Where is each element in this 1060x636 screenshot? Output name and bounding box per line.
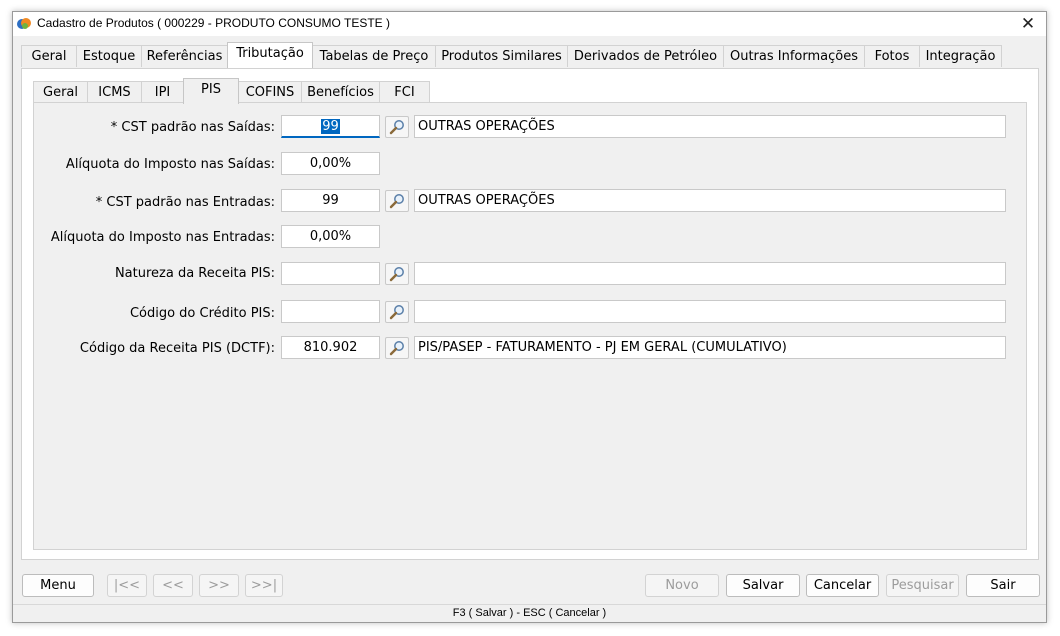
magnifier-icon (389, 267, 404, 282)
cancelar-button[interactable]: Cancelar (806, 574, 879, 597)
pis-form-panel: * CST padrão nas Saídas: 99 OUTRAS OPERA… (33, 102, 1027, 550)
tab-estoque[interactable]: Estoque (76, 45, 142, 67)
main-tab-bar: Geral Estoque Referências Tributação Tab… (13, 42, 1046, 69)
cst-entradas-search-button[interactable] (385, 190, 409, 212)
aliq-entradas-label: Alíquota do Imposto nas Entradas: (50, 230, 275, 245)
subtab-geral[interactable]: Geral (33, 81, 88, 103)
tab-tributacao[interactable]: Tributação (227, 42, 313, 68)
tab-integracao[interactable]: Integração (919, 45, 1002, 67)
cst-saidas-input[interactable]: 99 (281, 115, 380, 138)
title-bar: Cadastro de Produtos ( 000229 - PRODUTO … (13, 12, 1046, 36)
codigo-credito-input[interactable] (281, 300, 380, 323)
cst-saidas-value: 99 (321, 119, 340, 134)
tab-derivados-de-petroleo[interactable]: Derivados de Petróleo (567, 45, 724, 67)
tributacao-panel: Geral ICMS IPI PIS COFINS Benefícios FCI… (21, 68, 1039, 560)
subtab-beneficios[interactable]: Benefícios (301, 81, 380, 103)
subtab-ipi[interactable]: IPI (141, 81, 184, 103)
codigo-receita-dctf-label: Código da Receita PIS (DCTF): (79, 341, 275, 356)
salvar-button[interactable]: Salvar (726, 574, 800, 597)
codigo-credito-search-button[interactable] (385, 301, 409, 323)
codigo-receita-dctf-description: PIS/PASEP - FATURAMENTO - PJ EM GERAL (C… (414, 336, 1006, 359)
menu-button[interactable]: Menu (22, 574, 94, 597)
sair-button[interactable]: Sair (966, 574, 1040, 597)
codigo-credito-label: Código do Crédito PIS: (129, 306, 275, 321)
subtab-icms[interactable]: ICMS (87, 81, 142, 103)
natureza-receita-input[interactable] (281, 262, 380, 285)
aliq-saidas-input[interactable]: 0,00% (281, 152, 380, 175)
aliq-saidas-label: Alíquota do Imposto nas Saídas: (65, 157, 275, 172)
product-window: Cadastro de Produtos ( 000229 - PRODUTO … (12, 11, 1047, 623)
natureza-receita-label: Natureza da Receita PIS: (114, 266, 275, 281)
natureza-receita-search-button[interactable] (385, 263, 409, 285)
pesquisar-button[interactable]: Pesquisar (886, 574, 959, 597)
tab-geral[interactable]: Geral (21, 45, 77, 67)
novo-button[interactable]: Novo (645, 574, 719, 597)
cst-entradas-input[interactable]: 99 (281, 189, 380, 212)
app-logo-icon (17, 18, 31, 29)
cst-saidas-description: OUTRAS OPERAÇÕES (414, 115, 1006, 138)
magnifier-icon (389, 194, 404, 209)
magnifier-icon (389, 305, 404, 320)
tab-tabelas-de-preco[interactable]: Tabelas de Preço (312, 45, 436, 67)
magnifier-icon (389, 341, 404, 356)
first-record-button[interactable]: |<< (107, 574, 147, 597)
subtab-pis[interactable]: PIS (183, 78, 239, 104)
tab-produtos-similares[interactable]: Produtos Similares (435, 45, 568, 67)
next-record-button[interactable]: >> (199, 574, 239, 597)
cst-entradas-description: OUTRAS OPERAÇÕES (414, 189, 1006, 212)
codigo-credito-description (414, 300, 1006, 323)
cst-saidas-label: * CST padrão nas Saídas: (110, 120, 275, 135)
previous-record-button[interactable]: << (153, 574, 193, 597)
cst-saidas-search-button[interactable] (385, 116, 409, 138)
window-title: Cadastro de Produtos ( 000229 - PRODUTO … (37, 16, 391, 30)
status-bar: F3 ( Salvar ) - ESC ( Cancelar ) (13, 604, 1046, 622)
tab-fotos[interactable]: Fotos (864, 45, 920, 67)
tab-outras-informacoes[interactable]: Outras Informações (723, 45, 865, 67)
codigo-receita-dctf-input[interactable]: 810.902 (281, 336, 380, 359)
aliq-entradas-input[interactable]: 0,00% (281, 225, 380, 248)
subtab-cofins[interactable]: COFINS (238, 81, 302, 103)
tab-referencias[interactable]: Referências (141, 45, 228, 67)
subtab-fci[interactable]: FCI (379, 81, 430, 103)
cst-entradas-label: * CST padrão nas Entradas: (95, 195, 275, 210)
codigo-receita-dctf-search-button[interactable] (385, 337, 409, 359)
magnifier-icon (389, 120, 404, 135)
last-record-button[interactable]: >>| (245, 574, 283, 597)
natureza-receita-description (414, 262, 1006, 285)
close-button[interactable]: ✕ (1016, 13, 1040, 35)
